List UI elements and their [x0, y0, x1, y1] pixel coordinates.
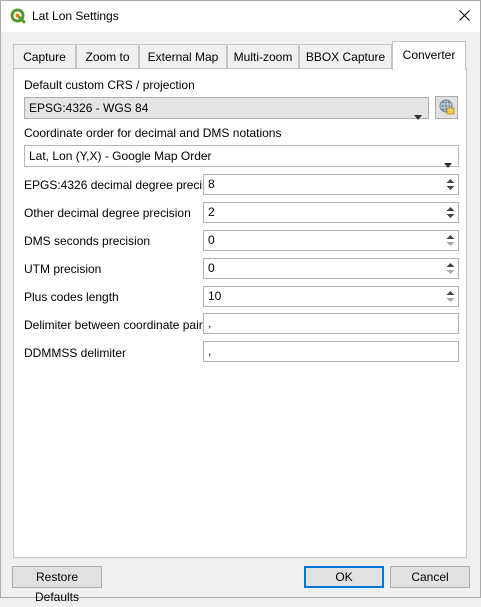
dms-precision-spinbox[interactable]: 0: [203, 230, 459, 251]
cancel-button[interactable]: Cancel: [390, 566, 470, 588]
tab-bbox-capture[interactable]: BBOX Capture: [299, 44, 392, 69]
coordinate-delimiter-input[interactable]: ,: [203, 313, 459, 334]
spin-arrows-icon[interactable]: [444, 204, 457, 221]
field-label: EPGS:4326 decimal degree precision: [24, 178, 225, 192]
tab-converter[interactable]: Converter: [392, 41, 466, 70]
tab-capture[interactable]: Capture: [13, 44, 76, 69]
other-precision-spinbox[interactable]: 2: [203, 202, 459, 223]
title-bar: Lat Lon Settings: [1, 1, 480, 32]
spin-value: 0: [208, 233, 215, 247]
close-icon: [458, 9, 470, 24]
chevron-down-icon: [414, 106, 422, 120]
qgis-logo-icon: [10, 8, 26, 24]
spin-value: 10: [208, 289, 222, 303]
ddmmss-delimiter-input[interactable]: ,: [203, 341, 459, 362]
projection-selector-icon: [438, 98, 455, 118]
field-label: DMS seconds precision: [24, 234, 151, 248]
spin-value: 0: [208, 261, 215, 275]
field-label: Plus codes length: [24, 290, 119, 304]
chevron-down-icon: [444, 154, 452, 168]
window-title: Lat Lon Settings: [32, 9, 119, 23]
spin-value: 2: [208, 205, 215, 219]
field-label: DDMMSS delimiter: [24, 346, 127, 360]
spin-arrows-icon[interactable]: [444, 288, 457, 305]
field-label: Other decimal degree precision: [24, 206, 191, 220]
spin-value: 8: [208, 177, 215, 191]
order-label: Coordinate order for decimal and DMS not…: [24, 126, 282, 140]
dialog-window: Lat Lon Settings Capture Zoom to Externa…: [0, 0, 481, 604]
input-value: ,: [208, 316, 212, 330]
field-label: Delimiter between coordinate pairs: [24, 318, 209, 332]
order-combobox[interactable]: Lat, Lon (Y,X) - Google Map Order: [24, 145, 459, 168]
crs-combobox[interactable]: EPSG:4326 - WGS 84: [24, 97, 429, 120]
plus-codes-length-spinbox[interactable]: 10: [203, 286, 459, 307]
spin-arrows-icon[interactable]: [444, 232, 457, 249]
decimal-precision-spinbox[interactable]: 8: [203, 174, 459, 195]
input-value: ,: [208, 344, 212, 358]
converter-panel: Default custom CRS / projection EPSG:432…: [13, 68, 467, 558]
utm-precision-spinbox[interactable]: 0: [203, 258, 459, 279]
crs-label: Default custom CRS / projection: [24, 78, 195, 92]
ok-button[interactable]: OK: [304, 566, 384, 588]
close-button[interactable]: [448, 1, 480, 32]
order-value: Lat, Lon (Y,X) - Google Map Order: [29, 149, 212, 163]
tab-external-map[interactable]: External Map: [139, 44, 227, 69]
spin-arrows-icon[interactable]: [444, 260, 457, 277]
tab-multi-zoom[interactable]: Multi-zoom: [227, 44, 299, 69]
restore-defaults-button[interactable]: Restore Defaults: [12, 566, 102, 604]
field-label: UTM precision: [24, 262, 102, 276]
crs-selector-button[interactable]: [435, 96, 458, 119]
tab-zoom-to[interactable]: Zoom to: [76, 44, 139, 69]
crs-value: EPSG:4326 - WGS 84: [29, 101, 149, 115]
spin-arrows-icon[interactable]: [444, 176, 457, 193]
